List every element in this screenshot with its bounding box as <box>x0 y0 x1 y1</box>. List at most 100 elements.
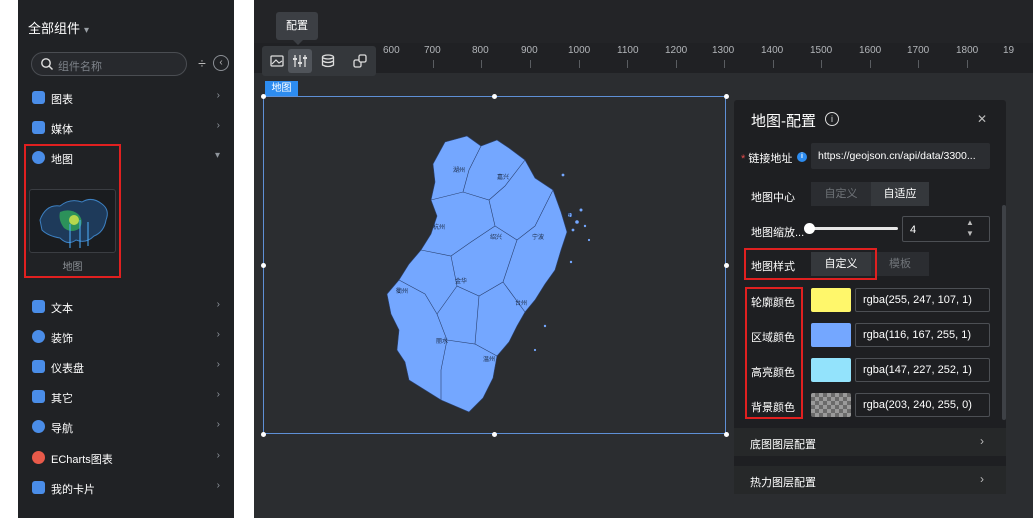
sliders-icon[interactable] <box>288 49 312 73</box>
resize-handle[interactable] <box>261 432 266 437</box>
decoration-category-icon <box>32 330 45 343</box>
category-label: 媒体 <box>51 124 73 136</box>
close-icon[interactable]: ✕ <box>977 112 987 126</box>
panel-title: 地图-配置 <box>751 113 816 130</box>
heat-layer-config-section[interactable]: 热力图层配置 › <box>734 466 1006 494</box>
center-custom-option[interactable]: 自定义 <box>811 182 871 206</box>
search-placeholder: 组件名称 <box>58 61 102 73</box>
background-color-input[interactable]: rgba(203, 240, 255, 0) <box>855 393 990 417</box>
ruler-label: 1500 <box>810 45 833 56</box>
ruler-label: 1200 <box>665 45 688 56</box>
category-label: 导航 <box>51 423 73 435</box>
background-color-swatch[interactable] <box>811 393 851 417</box>
ruler-label: 900 <box>521 45 538 56</box>
category-label: 装饰 <box>51 333 73 345</box>
city-label: 嘉兴 <box>497 175 510 181</box>
style-template-option[interactable]: 模板 <box>871 252 929 276</box>
caret-down-icon: ▾ <box>84 25 90 36</box>
dashboard-category-icon <box>32 360 45 373</box>
chevron-right-icon: › <box>216 90 220 101</box>
city-label: 杭州 <box>433 225 446 231</box>
info-icon[interactable]: i <box>825 112 839 126</box>
chevron-right-icon: › <box>216 450 220 461</box>
chevron-right-icon: › <box>216 299 220 310</box>
map-zoom-label: 地图缩放... <box>751 227 805 239</box>
category-my-cards[interactable]: 我的卡片 › <box>30 478 220 498</box>
text-category-icon <box>32 300 45 313</box>
navigation-category-icon <box>32 420 45 433</box>
category-dashboard[interactable]: 仪表盘 › <box>30 357 220 377</box>
category-label: 其它 <box>51 393 73 405</box>
outline-color-swatch[interactable] <box>811 288 851 312</box>
area-color-input[interactable]: rgba(116, 167, 255, 1) <box>855 323 990 347</box>
highlight-box-map-style <box>744 248 877 280</box>
section-title: 热力图层配置 <box>750 477 816 489</box>
outline-color-input[interactable]: rgba(255, 247, 107, 1) <box>855 288 990 312</box>
area-color-swatch[interactable] <box>811 323 851 347</box>
city-label: 台州 <box>515 301 528 307</box>
center-adaptive-option[interactable]: 自适应 <box>871 182 929 206</box>
component-search-input[interactable]: 组件名称 <box>31 52 187 76</box>
resize-handle[interactable] <box>261 263 266 268</box>
highlight-color-input[interactable]: rgba(147, 227, 252, 1) <box>855 358 990 382</box>
category-chart[interactable]: 图表 › <box>30 88 220 108</box>
resize-handle[interactable] <box>492 94 497 99</box>
resize-handle[interactable] <box>724 94 729 99</box>
category-label: 我的卡片 <box>51 484 95 496</box>
resize-handle[interactable] <box>724 432 729 437</box>
map-center-label: 地图中心 <box>751 192 795 204</box>
category-decoration[interactable]: 装饰 › <box>30 327 220 347</box>
link-address-label: * 链接地址 <box>741 153 793 165</box>
chevron-down-icon: ▾ <box>214 150 220 161</box>
chevron-right-icon: › <box>980 472 984 486</box>
panel-scrollbar[interactable] <box>1002 205 1006 420</box>
increment-icon[interactable]: ▲ <box>966 218 974 227</box>
highlight-color-swatch[interactable] <box>811 358 851 382</box>
resize-handle[interactable] <box>724 263 729 268</box>
zoom-slider-handle[interactable] <box>804 223 815 234</box>
resize-handle[interactable] <box>261 94 266 99</box>
ruler-label: 800 <box>472 45 489 56</box>
divide-icon[interactable]: ÷ <box>195 55 209 71</box>
city-label: 金华 <box>455 279 468 285</box>
base-layer-config-section[interactable]: 底图图层配置 › <box>734 428 1006 456</box>
category-navigation[interactable]: 导航 › <box>30 417 220 437</box>
category-text[interactable]: 文本 › <box>30 297 220 317</box>
my-cards-category-icon <box>32 481 45 494</box>
component-scope-dropdown[interactable]: 全部组件 ▾ <box>28 18 89 37</box>
category-label: 仪表盘 <box>51 363 84 375</box>
ruler-label: 19 <box>1003 45 1015 56</box>
component-tag[interactable]: 地图 <box>265 81 298 96</box>
ruler-label: 1600 <box>859 45 882 56</box>
database-icon[interactable] <box>316 49 340 73</box>
category-other[interactable]: 其它 › <box>30 387 220 407</box>
resize-handle[interactable] <box>492 432 497 437</box>
chevron-right-icon: › <box>216 389 220 400</box>
chevron-right-icon: › <box>980 434 984 448</box>
collapse-icon[interactable]: ‹ <box>213 55 229 71</box>
chevron-right-icon: › <box>216 480 220 491</box>
media-category-icon <box>32 121 45 134</box>
category-label: 文本 <box>51 303 73 315</box>
image-icon[interactable] <box>265 49 289 73</box>
ruler-label: 600 <box>383 45 400 56</box>
ruler-label: 1000 <box>568 45 591 56</box>
chart-category-icon <box>32 91 45 104</box>
ruler-label: 1300 <box>712 45 735 56</box>
ruler-label: 1100 <box>617 45 639 56</box>
city-label: 舟山 <box>565 213 578 219</box>
info-icon[interactable]: i <box>797 152 807 162</box>
zhejiang-map[interactable] <box>385 130 605 415</box>
decrement-icon[interactable]: ▼ <box>966 229 974 238</box>
link-icon[interactable] <box>348 49 372 73</box>
city-label: 丽水 <box>436 339 449 345</box>
ruler-label: 700 <box>424 45 441 56</box>
component-scope-label: 全部组件 <box>28 21 81 36</box>
zoom-slider-track[interactable] <box>808 227 898 230</box>
category-echarts[interactable]: ECharts图表 › <box>30 448 220 468</box>
link-address-input[interactable]: https://geojson.cn/api/data/3300... <box>811 143 990 169</box>
city-label: 温州 <box>483 357 496 363</box>
category-media[interactable]: 媒体 › <box>30 118 220 138</box>
chevron-right-icon: › <box>216 120 220 131</box>
city-label: 湖州 <box>453 168 466 174</box>
